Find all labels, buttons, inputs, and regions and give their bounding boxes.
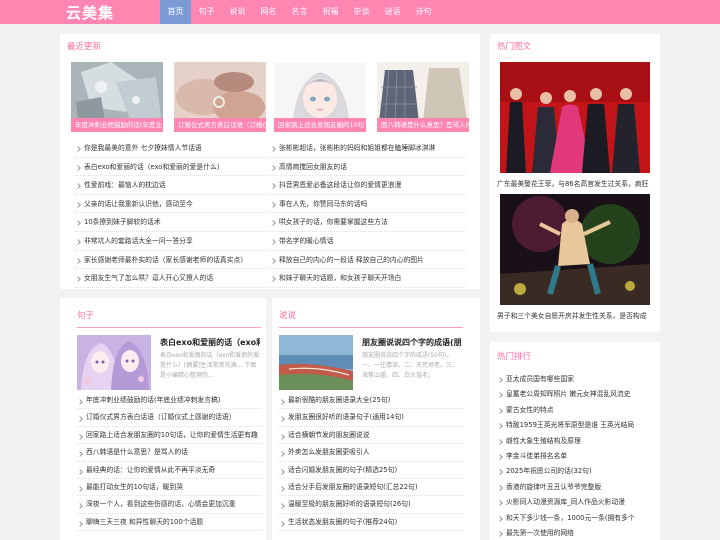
list-item[interactable]: 适合闪婚发朋友圈的句子(精选25句) xyxy=(279,462,463,479)
list-item[interactable]: 和妹子聊天的话题，和女孩子聊天开场白 xyxy=(270,269,465,288)
shuoshuo-title-underline xyxy=(279,327,463,328)
juzi-feature-desc: 表白exo和爱丽的话（exo和爱丽的爱是什么）[摘要]生活常常充满... 下面是… xyxy=(160,352,260,379)
hot-pic-caption[interactable]: 广东最美警花王菲，与86名高官发生过关系，疯狂 xyxy=(497,178,653,188)
list-item[interactable]: 表白exo和爱丽的话（exo和爱丽的爱是什么） xyxy=(75,158,267,177)
list-item[interactable]: 带名字的暖心情话 xyxy=(270,232,465,251)
juzi-feature-title[interactable]: 表白exo和爱丽的话（exo和爱丽的爱是什么） xyxy=(160,337,260,348)
recent-thumb[interactable]: 回家路上适合发朋友圈的10句 xyxy=(274,62,366,132)
nav-shuoshuo[interactable]: 说说 xyxy=(222,0,253,24)
list-item[interactable]: 非常坑人的套路话大全一问一答分享 xyxy=(75,232,267,251)
list-item[interactable]: 适合横朝节发的朋友圈说说 xyxy=(279,427,463,445)
recent-thumb[interactable]: 年度冲刺业绩鼓励的话(年度业 xyxy=(71,62,163,132)
list-item[interactable]: 你是我最美的意外 七夕撩妹情人节话语 xyxy=(75,139,267,158)
list-item[interactable]: 蒙古女性的特点 xyxy=(497,403,655,418)
list-item[interactable]: 李金斗徒弟排名名单 xyxy=(497,449,655,464)
list-item[interactable]: 西八韩语是什么意思？是骂人的话 xyxy=(77,444,261,462)
list-item[interactable]: 回家路上适合发朋友圈的10句话，让你的爱情生活更有趣 xyxy=(77,427,261,445)
thumb-caption: 年度冲刺业绩鼓励的话(年度业 xyxy=(71,118,163,132)
nav-miyu[interactable]: 谜语 xyxy=(377,0,408,24)
list-item[interactable]: 订婚仪式男方表白话语（订婚仪式上感谢的话语） xyxy=(77,409,261,427)
list-item[interactable]: 释放自己的内心的一段话 释放自己的内心的图片 xyxy=(270,251,465,270)
list-item[interactable]: 性爱前戏：最恼人的枕边话 xyxy=(75,176,267,195)
list-item[interactable]: 张彬彬超话，张彬彬的妈妈和姐姐都在瞌睡脚冰淇淋 xyxy=(270,139,465,158)
recent-list-left: 你是我最美的意外 七夕撩妹情人节话语 表白exo和爱丽的话（exo和爱丽的爱是什… xyxy=(75,139,267,288)
list-item[interactable]: 生活状态发朋友圈的句子(推荐24句) xyxy=(279,514,463,532)
thumb-caption: 西八韩语是什么意思？是骂人的 xyxy=(377,118,469,132)
nav-wangming[interactable]: 网名 xyxy=(253,0,284,24)
list-item[interactable]: 亚太成员国有哪些国家 xyxy=(497,372,655,387)
nav-juzi[interactable]: 句子 xyxy=(191,0,222,24)
list-item[interactable]: 父亲的话让我重新认识他，感动至今 xyxy=(75,195,267,214)
list-item[interactable]: 香港的旋律叶丑丑认爷爷完整版 xyxy=(497,480,655,495)
list-item[interactable]: 10条撩到妹子脚软的话术 xyxy=(75,213,267,232)
nav-home[interactable]: 首页 xyxy=(160,0,191,24)
shuoshuo-list: 最新很酷的朋友圈语录大全(25句) 发朋友圈很好听的语录句子(通用14句) 适合… xyxy=(279,392,463,532)
list-item[interactable]: 最先第一次使用的网络 xyxy=(497,526,655,540)
list-item[interactable]: 皇蓄老公周知晖照片 嫩元女神混乱风流史 xyxy=(497,387,655,402)
list-item[interactable]: 最经典的话：让你的爱情从此不再平淡无奇 xyxy=(77,462,261,479)
hot-pic-caption[interactable]: 男子和三个美女自愿开房并发生性关系，是否构成 xyxy=(497,310,653,320)
thumb-caption: 订婚仪式男方表白话语（订婚仪 xyxy=(174,118,266,132)
shuoshuo-feature-image[interactable] xyxy=(279,335,353,390)
hot-pic-image[interactable] xyxy=(500,62,650,173)
list-item[interactable]: 抖音男恩爱必备这段话让你的爱情更浪漫 xyxy=(270,176,465,195)
ceremony-photo-icon xyxy=(500,62,650,173)
recent-title: 最近更新 xyxy=(67,42,102,52)
thumb-caption: 回家路上适合发朋友圈的10句 xyxy=(274,118,366,132)
list-item[interactable]: 深夜一个人，看到这些伤感的话，心情会更加沉重 xyxy=(77,496,261,514)
shuoshuo-title: 说说 xyxy=(279,311,297,321)
shuoshuo-feature-title[interactable]: 朋友圈说说四个字的成语(朋友圈说说四个字的说说) xyxy=(362,337,462,348)
list-item[interactable]: 温暖至极的朋友圈好听的语录短句(26句) xyxy=(279,496,463,514)
juzi-title: 句子 xyxy=(77,311,95,321)
nav-mingyan[interactable]: 名言 xyxy=(284,0,315,24)
site-logo[interactable]: 云美集 xyxy=(66,2,114,23)
list-item[interactable]: 特赦1959王英光将军原型是谁 王英光结局 xyxy=(497,418,655,433)
shuoshuo-feature-desc: 朋友圈说说四个字的成语(50句)，一、一往情深。二、天荒地老。三、海誓山盟。四、… xyxy=(362,352,459,379)
ranking-title: 热门排行 xyxy=(497,352,532,362)
hot-pic-image[interactable] xyxy=(500,194,650,305)
ranking-list: 亚太成员国有哪些国家 皇蓄老公周知晖照片 嫩元女神混乱风流史 蒙古女性的特点 特… xyxy=(497,372,655,540)
coast-landscape-photo-icon xyxy=(279,335,353,390)
list-item[interactable]: 高情商搅回女朋友的话 xyxy=(270,158,465,177)
list-item[interactable]: 外卖怎么发朋友圈更吸引人 xyxy=(279,444,463,462)
recent-thumb[interactable]: 西八韩语是什么意思？是骂人的 xyxy=(377,62,469,132)
list-item[interactable]: 女朋友生气了怎么哄？逗人开心又撩人的话 xyxy=(75,269,267,288)
list-item[interactable]: 聊嗨三天三夜 和异性聊天的100个话题 xyxy=(77,514,261,532)
list-item[interactable]: 哄女孩子的话，你需要掌握这些方法 xyxy=(270,213,465,232)
list-item[interactable]: 雌性大象生殖结构及原理 xyxy=(497,434,655,449)
recent-thumb[interactable]: 订婚仪式男方表白话语（订婚仪 xyxy=(174,62,266,132)
list-item[interactable]: 年底冲刺业绩鼓励的话(年底业绩冲刺发言稿) xyxy=(77,392,261,410)
nav-shiju[interactable]: 诗句 xyxy=(408,0,439,24)
list-item[interactable]: 火影同人动漫资源库_同人作品火影动漫 xyxy=(497,495,655,510)
hot-pics-title: 热门图文 xyxy=(497,42,532,52)
juzi-title-underline xyxy=(77,327,261,328)
nav-zatan[interactable]: 杂谈 xyxy=(346,0,377,24)
stage-performance-photo-icon xyxy=(500,194,650,305)
list-item[interactable]: 和天下多少钱一条，1000元一条(拥有多个 xyxy=(497,511,655,526)
list-item[interactable]: 事在人先，你赞同马东的话吗 xyxy=(270,195,465,214)
main-nav: 首页 句子 说说 网名 名言 祝福 杂谈 谜语 诗句 xyxy=(160,0,439,24)
juzi-feature-image[interactable] xyxy=(77,335,151,390)
recent-list-right: 张彬彬超话，张彬彬的妈妈和姐姐都在瞌睡脚冰淇淋 高情商搅回女朋友的话 抖音男恩爱… xyxy=(270,139,465,288)
list-item[interactable]: 最新很酷的朋友圈语录大全(25句) xyxy=(279,392,463,410)
anime-twins-drawing-icon xyxy=(77,335,151,390)
nav-zhufu[interactable]: 祝福 xyxy=(315,0,346,24)
list-item[interactable]: 适合分手后发朋友圈的语录短句(汇总22句) xyxy=(279,479,463,497)
site-header: 云美集 首页 句子 说说 网名 名言 祝福 杂谈 谜语 诗句 xyxy=(0,0,720,24)
juzi-list: 年底冲刺业绩鼓励的话(年底业绩冲刺发言稿) 订婚仪式男方表白话语（订婚仪式上感谢… xyxy=(77,392,261,532)
list-item[interactable]: 2025年祝愿公司的话(32句) xyxy=(497,464,655,479)
list-item[interactable]: 家长感谢老师最朴实的话（家长感谢老师的话真实点） xyxy=(75,251,267,270)
list-item[interactable]: 最能打动女生的10句话，暖到哭 xyxy=(77,479,261,497)
list-item[interactable]: 发朋友圈很好听的语录句子(通用14句) xyxy=(279,409,463,427)
